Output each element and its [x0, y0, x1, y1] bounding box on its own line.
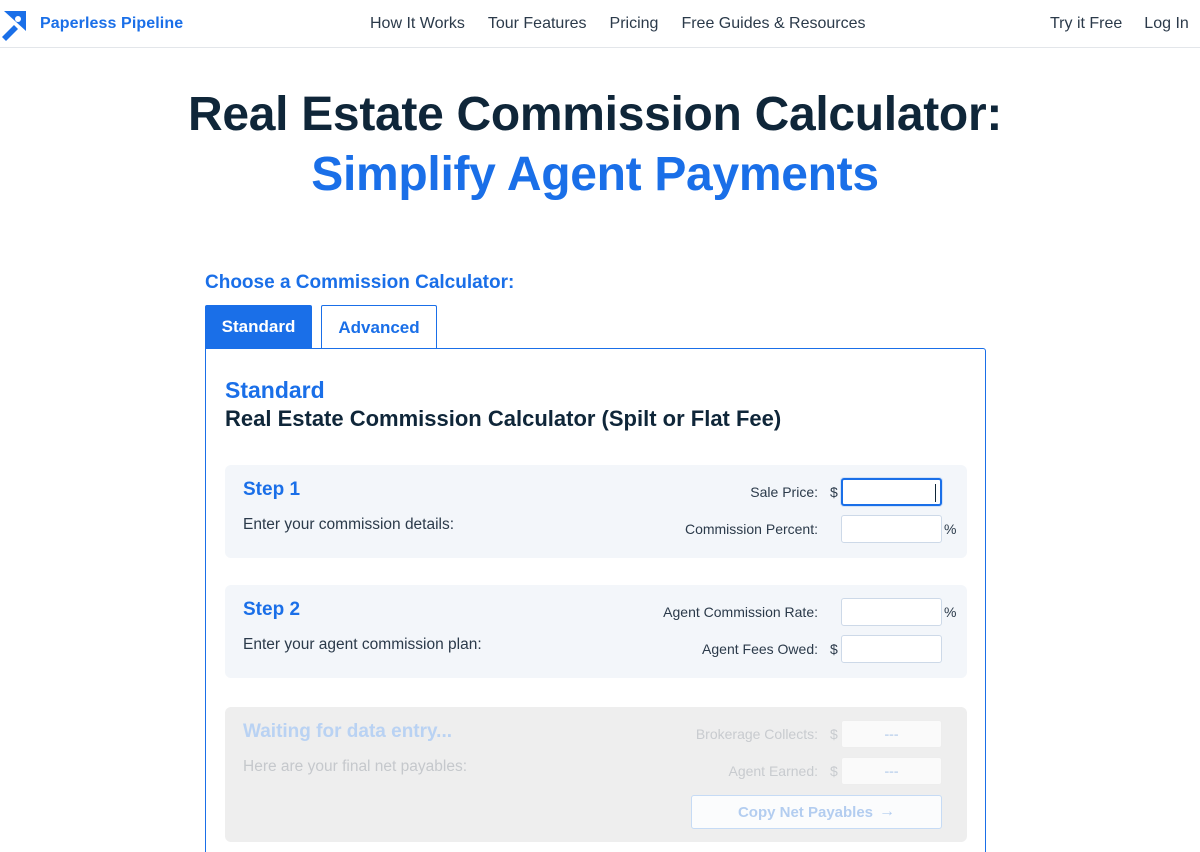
sale-price-label: Sale Price: [750, 484, 818, 500]
step-1-section: Step 1 Enter your commission details: Sa… [225, 465, 967, 558]
nav-tour-features[interactable]: Tour Features [488, 15, 587, 33]
nav-try-it-free[interactable]: Try it Free [1050, 15, 1122, 33]
agent-fees-prefix: $ [830, 641, 838, 657]
nav-how-it-works[interactable]: How It Works [370, 15, 465, 33]
commission-percent-input[interactable] [841, 515, 942, 543]
agent-rate-suffix: % [944, 604, 957, 620]
agent-fees-label: Agent Fees Owed: [702, 641, 818, 657]
copy-net-payables-button[interactable]: Copy Net Payables → [691, 795, 942, 829]
agent-earned-label: Agent Earned: [728, 763, 818, 779]
agent-earned-prefix: $ [830, 763, 838, 779]
account-nav-links: Try it Free Log In [1050, 0, 1200, 48]
step-2-section: Step 2 Enter your agent commission plan:… [225, 585, 967, 678]
page-subtitle: Simplify Agent Payments [311, 148, 879, 201]
calculator-chooser-label: Choose a Commission Calculator: [205, 272, 515, 293]
tab-standard[interactable]: Standard [205, 305, 312, 349]
brand-name: Paperless Pipeline [40, 15, 184, 32]
agent-rate-label: Agent Commission Rate: [663, 604, 818, 620]
commission-percent-label: Commission Percent: [684, 521, 818, 537]
text-caret [935, 484, 936, 502]
sale-price-input[interactable] [841, 478, 942, 506]
brand-logo[interactable]: Paperless Pipeline [0, 6, 183, 42]
brokerage-collects-label: Brokerage Collects: [695, 726, 818, 742]
result-heading: Waiting for data entry... [243, 721, 453, 742]
agent-fees-input[interactable] [841, 635, 942, 663]
page-title: Real Estate Commission Calculator: [187, 88, 1003, 141]
brand-rocket-icon [2, 11, 26, 41]
agent-rate-input[interactable] [841, 598, 942, 626]
tab-advanced[interactable]: Advanced [321, 305, 437, 349]
calculator-panel: Standard Real Estate Commission Calculat… [205, 348, 986, 852]
panel-title: Standard [225, 377, 325, 403]
arrow-right-icon: → [879, 803, 896, 820]
result-description: Here are your final net payables: [243, 758, 468, 775]
step-2-heading: Step 2 [243, 599, 301, 620]
nav-free-guides[interactable]: Free Guides & Resources [681, 15, 865, 33]
nav-log-in[interactable]: Log In [1144, 15, 1188, 33]
step-1-description: Enter your commission details: [243, 516, 455, 533]
result-section: Waiting for data entry... Here are your … [225, 707, 967, 842]
top-nav: Paperless Pipeline How It Works Tour Fea… [0, 0, 1200, 48]
panel-subtitle: Real Estate Commission Calculator (Spilt… [225, 406, 782, 431]
main-nav-links: How It Works Tour Features Pricing Free … [370, 0, 889, 48]
step-1-heading: Step 1 [243, 479, 301, 500]
copy-net-payables-label: Copy Net Payables [737, 803, 874, 821]
brokerage-collects-prefix: $ [830, 726, 838, 742]
nav-pricing[interactable]: Pricing [610, 15, 659, 33]
step-2-description: Enter your agent commission plan: [243, 636, 482, 653]
sale-price-prefix: $ [830, 484, 838, 500]
agent-earned-output: --- [841, 757, 942, 785]
commission-percent-suffix: % [944, 521, 957, 537]
brokerage-collects-output: --- [841, 720, 942, 748]
